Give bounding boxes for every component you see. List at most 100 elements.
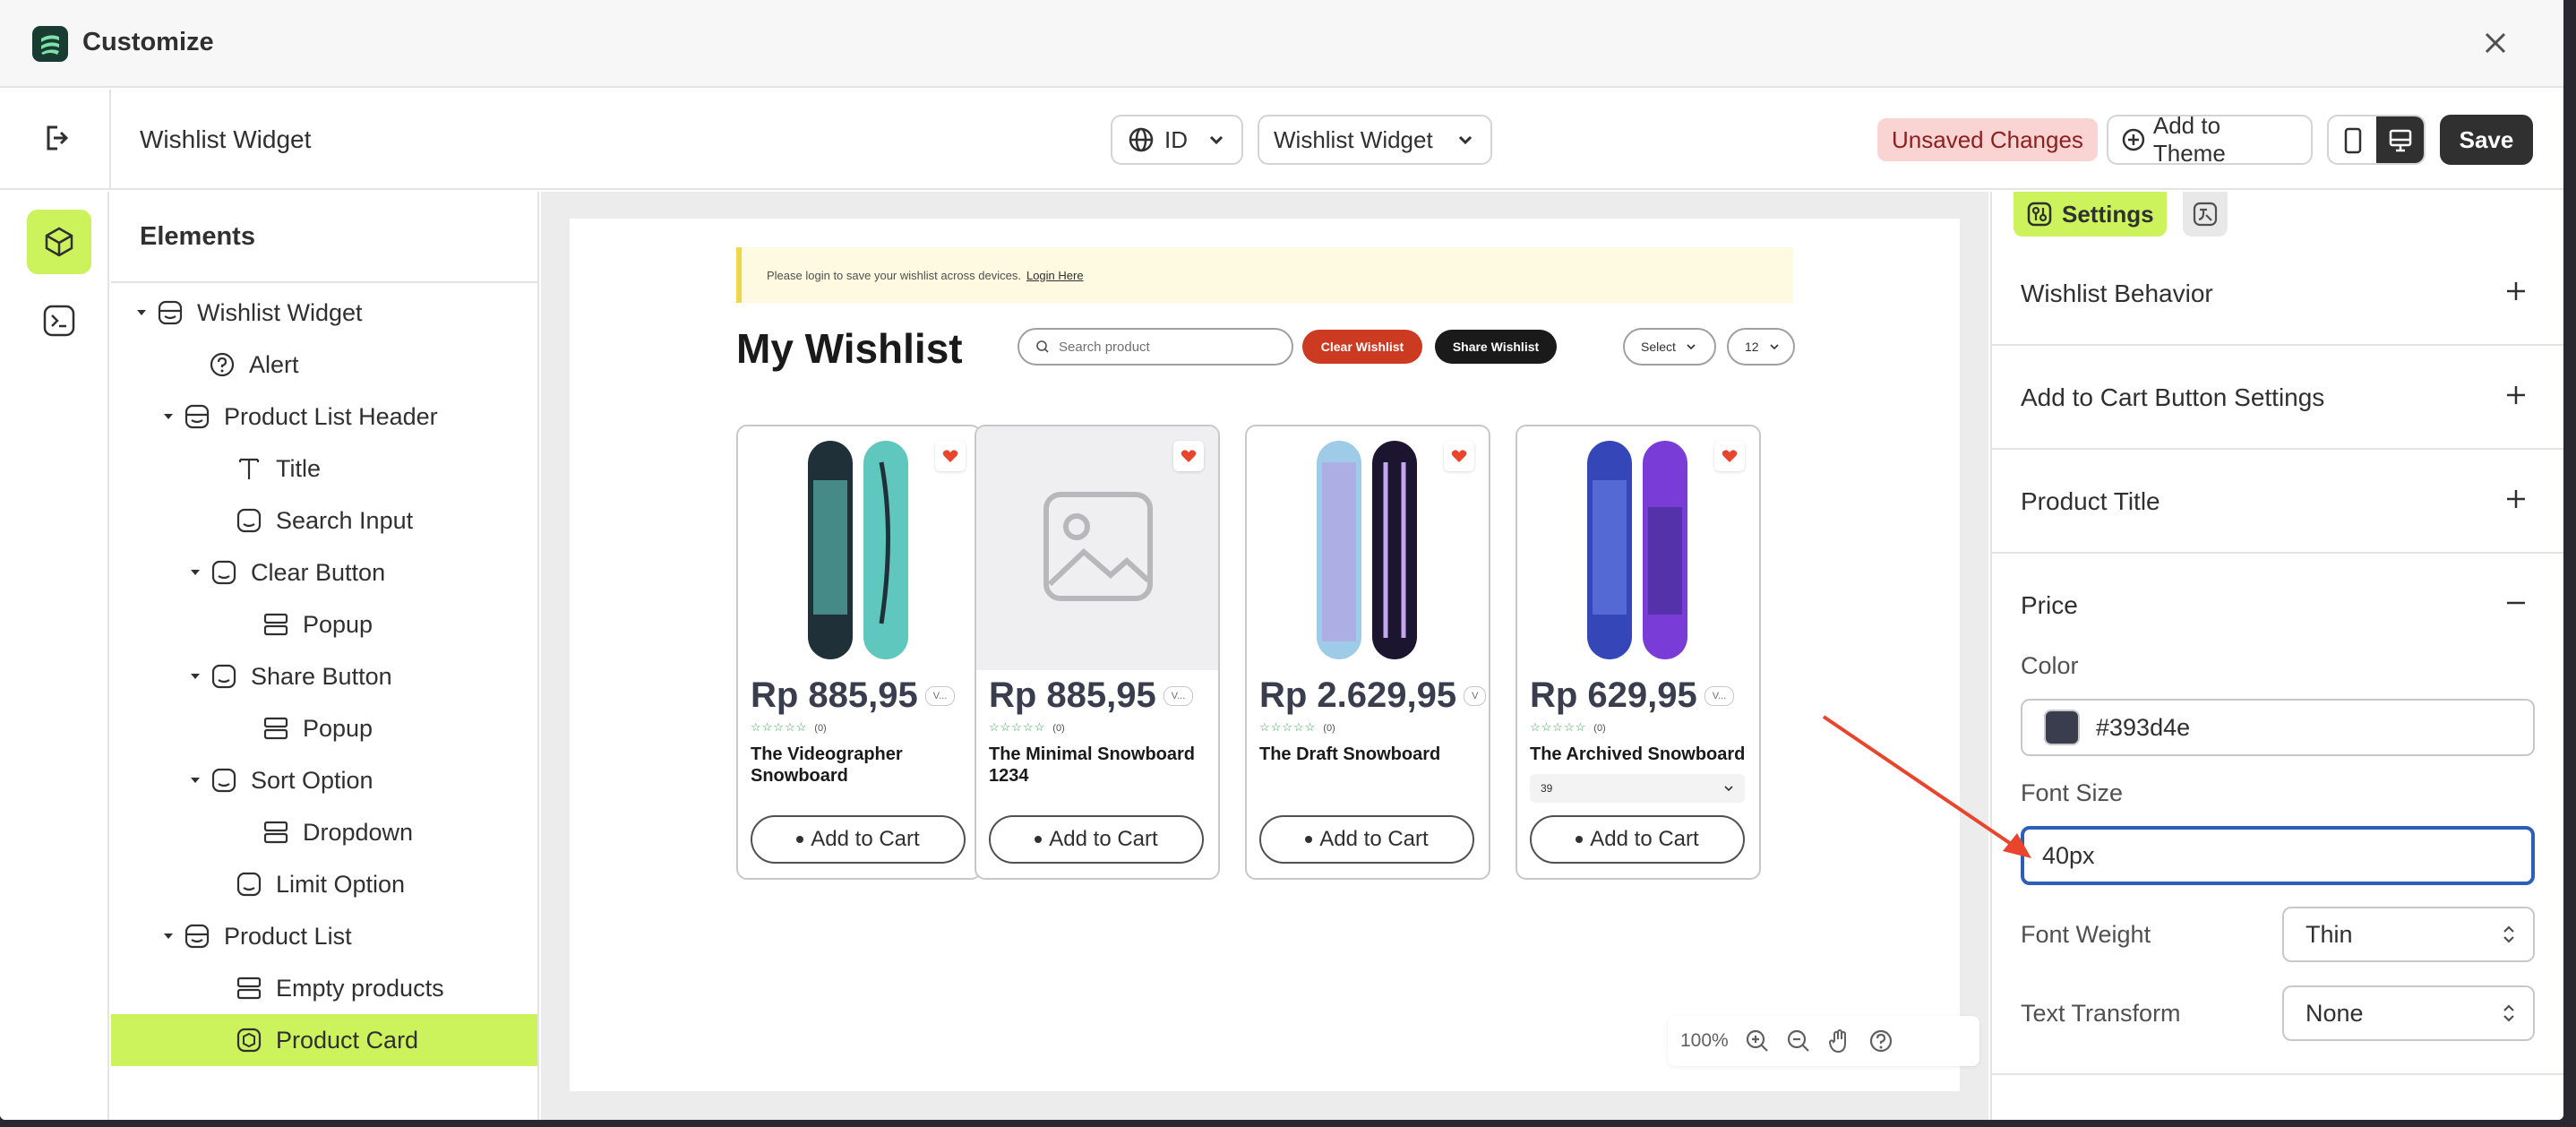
color-swatch[interactable] [2044, 710, 2080, 745]
product-card[interactable]: Rp 885,95 V... ☆☆☆☆☆ (0) The Minimal Snowb… [975, 425, 1220, 880]
tree-node-sort-option[interactable]: Sort Option [111, 754, 537, 806]
sort-select-label: Select [1641, 340, 1676, 354]
section-title: Product Title [2021, 487, 2160, 515]
login-link[interactable]: Login Here [1026, 269, 1084, 282]
settings-icon [2027, 202, 2052, 227]
desktop-view-button[interactable] [2376, 116, 2424, 163]
heart-icon[interactable] [935, 441, 966, 471]
tree-node-label: Popup [303, 714, 374, 742]
tree-node-label: Dropdown [303, 818, 414, 846]
caret-down-icon[interactable] [188, 773, 202, 787]
caret-down-icon[interactable] [134, 305, 149, 320]
zoom-in-icon[interactable] [1745, 1028, 1770, 1054]
help-icon[interactable] [1868, 1028, 1893, 1054]
caret-down-icon[interactable] [188, 669, 202, 684]
product-name[interactable]: The Videographer Snowboard [751, 744, 969, 787]
tree-node-clear-button[interactable]: Clear Button [111, 546, 537, 598]
wishlist-search-input[interactable]: Search product [1018, 328, 1293, 366]
section-icon [156, 298, 185, 327]
tree-node-popup[interactable]: Popup [111, 598, 537, 650]
mobile-view-button[interactable] [2329, 116, 2376, 163]
font-size-input[interactable]: 40px [2021, 826, 2535, 885]
tree-node-wishlist-widget[interactable]: Wishlist Widget [111, 287, 537, 339]
tree-node-label: Clear Button [251, 558, 386, 586]
minus-icon[interactable] [2504, 591, 2528, 615]
product-card[interactable]: Rp 629,95 V... ☆☆☆☆☆ (0) The Archived Snow… [1516, 425, 1761, 880]
font-weight-select[interactable]: Thin [2282, 907, 2535, 962]
tree-node-share-button[interactable]: Share Button [111, 650, 537, 702]
review-count: (0) [1323, 723, 1335, 734]
add-to-cart-button[interactable]: Add to Cart [1530, 815, 1745, 864]
rows-icon [262, 714, 290, 743]
sort-select[interactable]: Select [1623, 328, 1716, 366]
product-card[interactable]: Rp 885,95 V... ☆☆☆☆☆ (0) The Videographer … [736, 425, 982, 880]
tree-node-search-input[interactable]: Search Input [111, 495, 537, 546]
plus-icon[interactable] [2504, 280, 2528, 303]
tree-node-product-card[interactable]: Product Card [111, 1014, 537, 1066]
rating-stars: ☆☆☆☆☆ (0) [989, 720, 1065, 734]
variant-value: 39 [1541, 782, 1553, 795]
language-select[interactable]: ID [1111, 115, 1243, 165]
style-tab[interactable] [2182, 192, 2228, 237]
exit-icon[interactable] [38, 120, 73, 156]
variant-badge: V... [1704, 685, 1735, 706]
dot-icon [1305, 836, 1313, 843]
code-icon[interactable] [41, 303, 77, 339]
zoom-out-icon[interactable] [1786, 1028, 1811, 1054]
variant-select[interactable]: 39 [1530, 774, 1745, 803]
close-icon[interactable] [2477, 25, 2513, 61]
add-to-theme-button[interactable]: Add to Theme [2107, 112, 2313, 167]
color-field[interactable]: #393d4e [2021, 699, 2535, 756]
tree-node-product-list[interactable]: Product List [111, 910, 537, 962]
zoom-controls: 100% [1668, 1016, 1979, 1066]
product-price: Rp 885,95 V... [989, 675, 1194, 716]
tree-node-empty-products[interactable]: Empty products [111, 962, 537, 1014]
font-weight-label: Font Weight [2021, 921, 2151, 948]
add-to-cart-button[interactable]: Add to Cart [751, 815, 966, 864]
elements-tab[interactable] [27, 210, 91, 274]
clear-wishlist-button[interactable]: Clear Wishlist [1302, 330, 1422, 364]
text-transform-select[interactable]: None [2282, 985, 2535, 1041]
hand-icon[interactable] [1827, 1028, 1852, 1054]
block-icon [235, 506, 263, 535]
product-name[interactable]: The Archived Snowboard [1530, 744, 1748, 765]
heart-icon[interactable] [1714, 441, 1745, 471]
settings-tab[interactable]: Settings [2014, 192, 2167, 237]
heart-icon[interactable] [1444, 441, 1474, 471]
tree-node-limit-option[interactable]: Limit Option [111, 858, 537, 910]
section-add-to-cart-settings[interactable]: Add to Cart Button Settings [1992, 346, 2563, 450]
tree-node-alert[interactable]: Alert [111, 339, 537, 391]
desktop-icon [2389, 129, 2411, 152]
tree-node-dropdown[interactable]: Dropdown [111, 806, 537, 858]
add-to-cart-button[interactable]: Add to Cart [1259, 815, 1474, 864]
product-name[interactable]: The Minimal Snowboard 1234 [989, 744, 1207, 787]
settings-panel: Settings Wishlist Behavior Add to Cart B… [1990, 192, 2563, 1120]
product-price: Rp 629,95 V... [1530, 675, 1735, 716]
caret-down-icon[interactable] [161, 409, 176, 424]
product-name[interactable]: The Draft Snowboard [1259, 744, 1478, 765]
template-select[interactable]: Wishlist Widget [1258, 115, 1492, 165]
limit-select-label: 12 [1745, 340, 1759, 354]
section-product-title[interactable]: Product Title [1992, 450, 2563, 554]
add-to-cart-button[interactable]: Add to Cart [989, 815, 1204, 864]
tree-node-popup[interactable]: Popup [111, 702, 537, 754]
dot-icon [796, 836, 804, 843]
plus-icon[interactable] [2504, 487, 2528, 511]
tree-node-title[interactable]: Title [111, 443, 537, 495]
limit-select[interactable]: 12 [1727, 328, 1795, 366]
section-price[interactable]: Price [1992, 554, 2563, 658]
section-wishlist-behavior[interactable]: Wishlist Behavior [1992, 242, 2563, 346]
section-title: Add to Cart Button Settings [2021, 383, 2325, 411]
caret-down-icon[interactable] [188, 565, 202, 580]
save-button[interactable]: Save [2440, 115, 2533, 165]
share-wishlist-button[interactable]: Share Wishlist [1435, 330, 1557, 364]
tree-node-product-list-header[interactable]: Product List Header [111, 391, 537, 443]
color-value: #393d4e [2096, 713, 2191, 741]
unsaved-changes-badge: Unsaved Changes [1877, 118, 2098, 161]
preview-canvas: Please login to save your wishlist acros… [541, 192, 1988, 1120]
heart-icon[interactable] [1173, 441, 1204, 471]
plus-icon[interactable] [2504, 383, 2528, 407]
divider [109, 90, 111, 190]
caret-down-icon[interactable] [161, 929, 176, 943]
product-card[interactable]: Rp 2.629,95 V ☆☆☆☆☆ (0) The Draft Snowboar… [1245, 425, 1490, 880]
